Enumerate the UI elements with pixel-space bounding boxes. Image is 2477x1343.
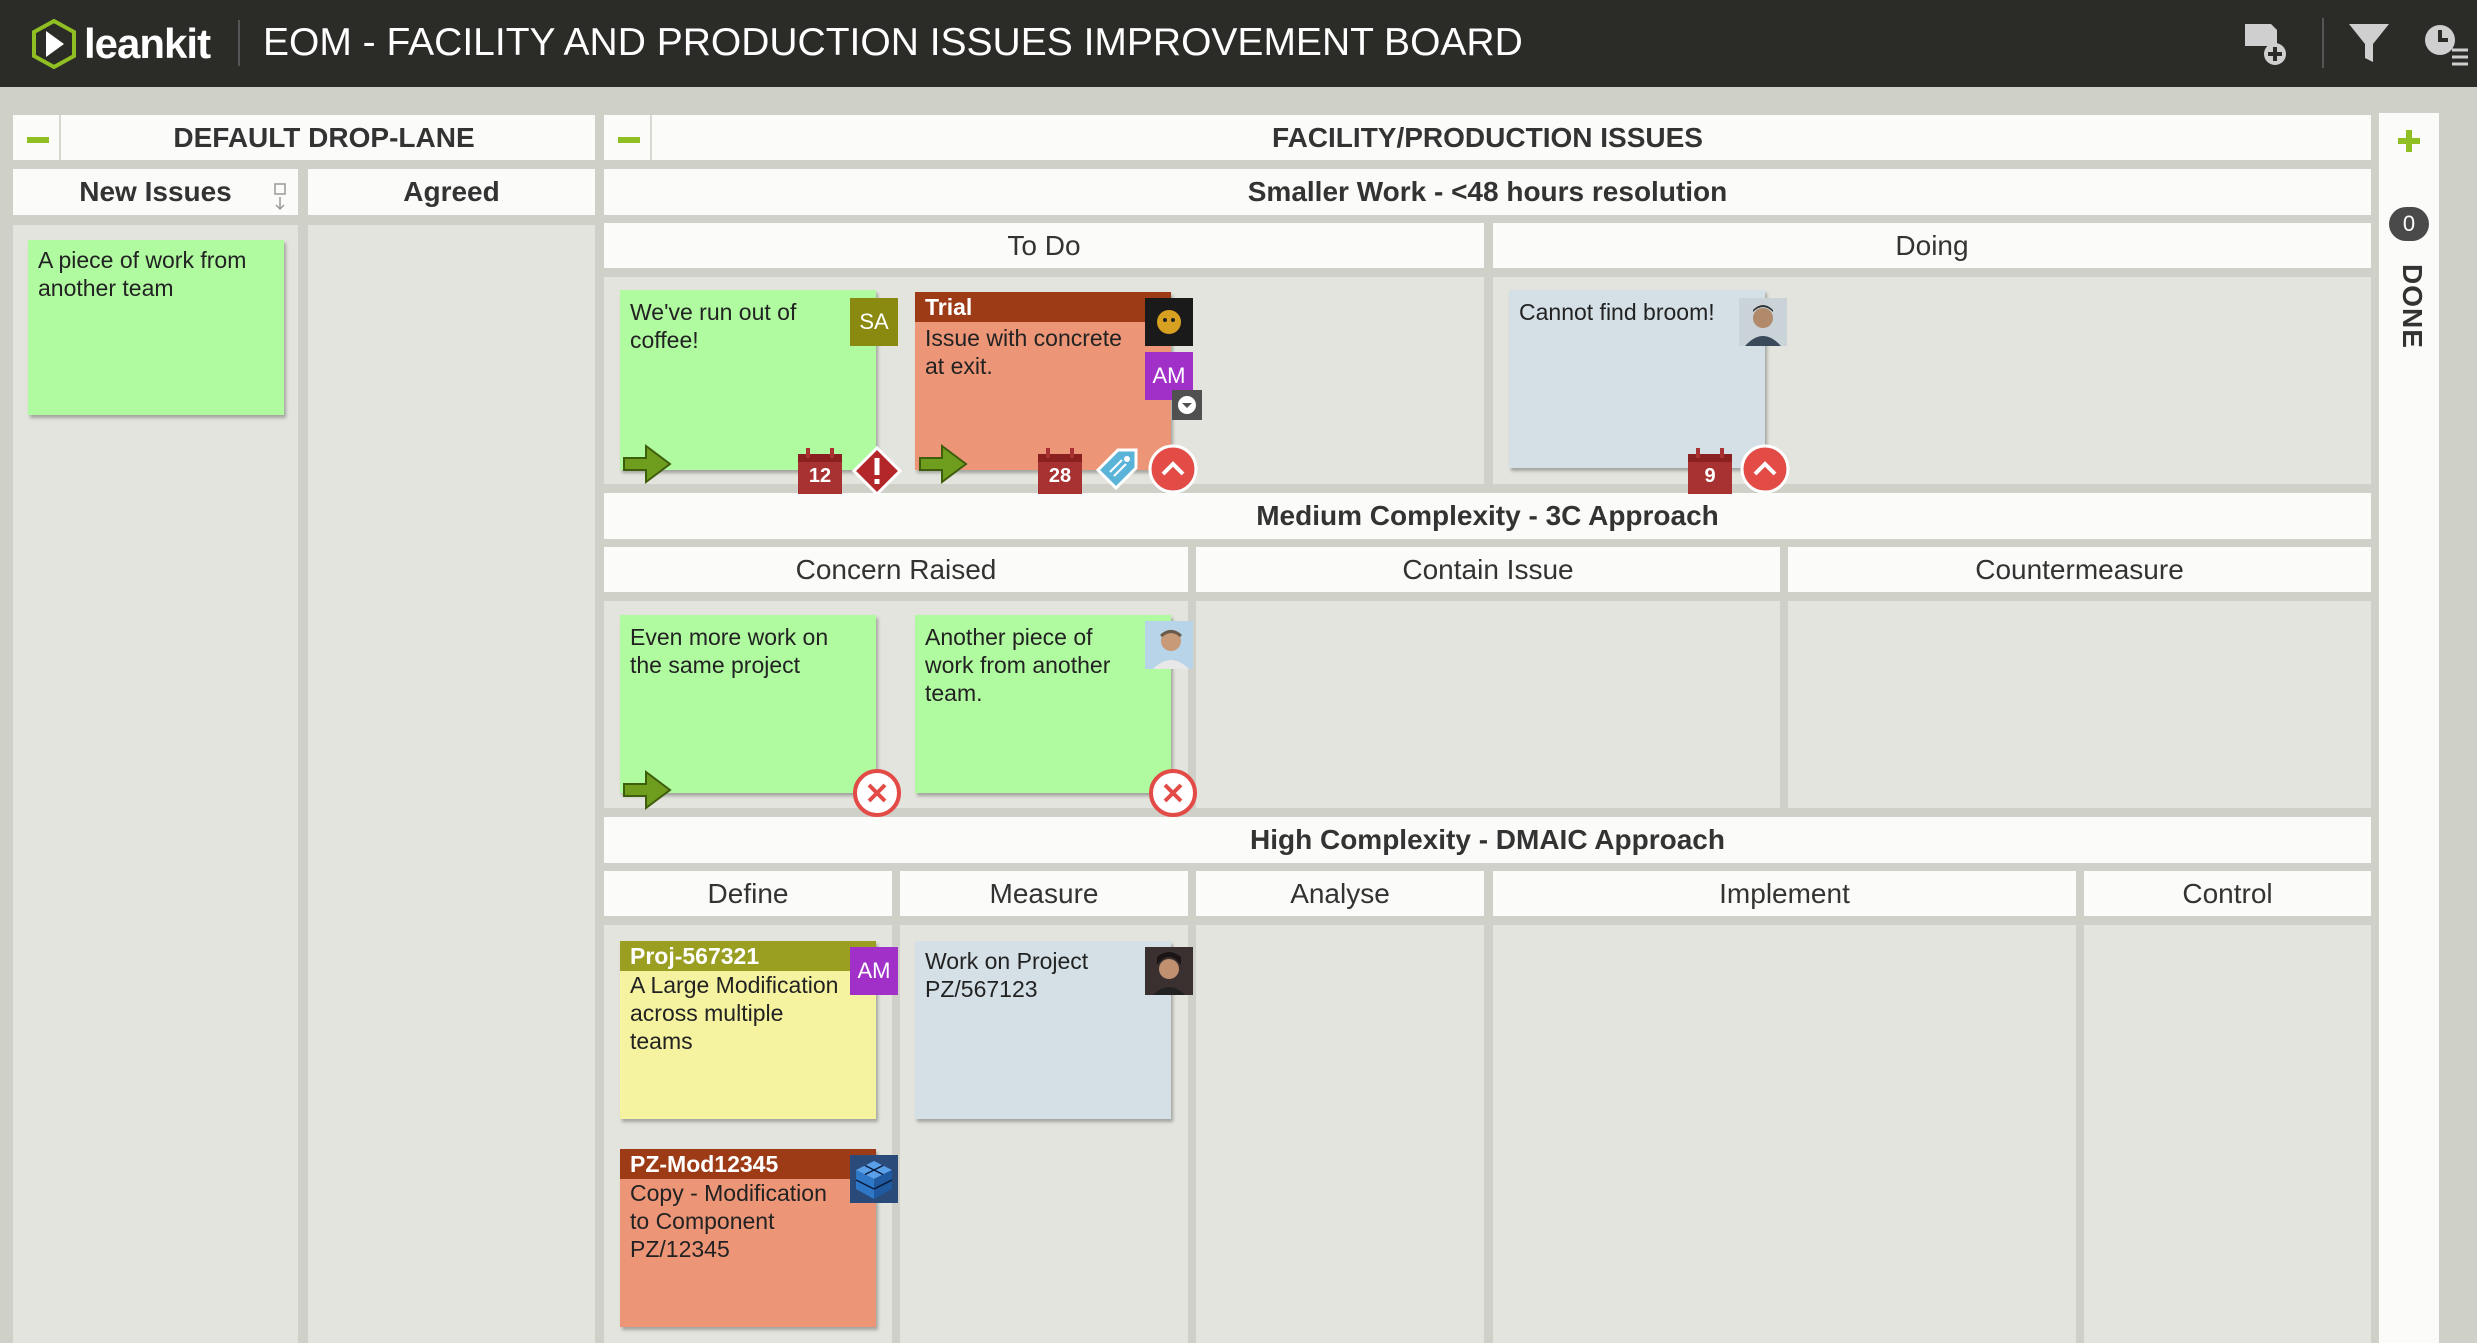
collapse-minus-icon[interactable] [13,115,61,160]
doing-title: Doing [1895,229,1969,261]
measure-title: Measure [989,877,1099,909]
agreed-header[interactable]: Agreed [308,169,595,215]
tag-icon[interactable] [1092,444,1142,494]
card-text: Even more work on the same project [630,624,829,678]
card-text: A Large Modification across multiple tea… [630,972,839,1054]
card-pz-mod[interactable]: PZ-Mod12345 Copy - Modification to Compo… [620,1149,898,1327]
high-complexity-title: High Complexity - DMAIC Approach [1250,824,1725,855]
facility-lane-header[interactable]: FACILITY/PRODUCTION ISSUES [604,115,2371,160]
leankit-logo[interactable]: leankit [32,18,211,70]
card-proj[interactable]: Proj-567321 A Large Modification across … [620,941,898,1119]
card-text: Issue with concrete at exit. [925,325,1122,379]
control-title: Control [2182,877,2273,909]
contain-issue-lane[interactable] [1196,601,1780,808]
countermeasure-lane[interactable] [1788,601,2371,808]
clock-menu-icon[interactable] [2422,20,2470,68]
add-card-icon[interactable] [2241,20,2289,68]
arrow-right-icon[interactable] [916,440,970,488]
implement-lane[interactable] [1493,925,2076,1343]
agreed-lane[interactable] [308,225,595,1343]
card-work-on-project[interactable]: Work on Project PZ/567123 [915,941,1193,1119]
board-title: EOM - FACILITY AND PRODUCTION ISSUES IMP… [263,21,1523,64]
contain-issue-header[interactable]: Contain Issue [1196,547,1780,592]
done-count-badge: 0 [2389,207,2429,241]
close-circle-icon[interactable] [852,768,902,818]
facility-lane-title: FACILITY/PRODUCTION ISSUES [1272,121,1703,153]
card-text: Work on Project PZ/567123 [925,948,1089,1002]
analyse-lane[interactable] [1196,925,1484,1343]
control-lane[interactable] [2084,925,2371,1343]
analyse-title: Analyse [1290,877,1390,909]
doing-header[interactable]: Doing [1493,223,2371,268]
avatar-cube-icon[interactable] [850,1155,898,1203]
implement-title: Implement [1719,877,1850,909]
medium-complexity-title: Medium Complexity - 3C Approach [1256,500,1719,531]
control-header[interactable]: Control [2084,871,2371,916]
to-do-title: To Do [1007,229,1081,261]
avatar-photo[interactable] [1739,298,1787,346]
measure-header[interactable]: Measure [900,871,1188,916]
priority-alert-icon[interactable] [852,446,902,496]
card-text: Another piece of work from another team. [925,624,1111,706]
blocked-chevron-up-icon[interactable] [1148,444,1198,494]
default-drop-lane-title: DEFAULT DROP-LANE [173,121,475,153]
agreed-title: Agreed [403,176,500,207]
due-date-calendar-icon[interactable]: 9 [1686,448,1734,496]
due-date-calendar-icon[interactable]: 12 [796,448,844,496]
contain-issue-title: Contain Issue [1402,553,1574,585]
concern-raised-title: Concern Raised [795,553,997,585]
top-bar: leankit EOM - FACILITY AND PRODUCTION IS… [0,0,2477,87]
medium-complexity-header[interactable]: Medium Complexity - 3C Approach [604,493,2371,539]
define-header[interactable]: Define [604,871,892,916]
avatar-initials[interactable]: SA [850,298,898,346]
filter-icon[interactable] [2345,20,2393,68]
logo-text: leankit [84,20,211,67]
collapse-minus-icon[interactable] [604,115,652,160]
blocked-chevron-up-icon[interactable] [1740,444,1790,494]
add-lane-plus-icon[interactable] [2396,128,2422,154]
default-drop-lane-header[interactable]: DEFAULT DROP-LANE [13,115,595,160]
topbar-divider [238,20,240,66]
card-text: We've run out of coffee! [630,299,797,353]
card-text: Cannot find broom! [1519,299,1715,325]
high-complexity-header[interactable]: High Complexity - DMAIC Approach [604,817,2371,863]
avatar-photo[interactable] [1145,298,1193,346]
define-title: Define [707,877,789,909]
card-text: A piece of work from another team [38,247,247,301]
leankit-logo-icon [32,19,76,69]
due-date-calendar-icon[interactable]: 28 [1036,448,1084,496]
done-lane-title: DONE [2397,264,2428,349]
close-circle-icon[interactable] [1148,768,1198,818]
card-header-label: PZ-Mod12345 [620,1149,876,1179]
due-date-day: 12 [808,465,832,487]
new-issues-header[interactable]: New Issues [13,169,298,215]
card-header-label: Trial [915,292,1171,322]
arrow-right-icon[interactable] [620,766,674,814]
card-text: Copy - Modification to Component PZ/1234… [630,1180,827,1262]
avatar-photo[interactable] [1145,947,1193,995]
avatar-initials[interactable]: AM [850,947,898,995]
avatar-photo[interactable] [1145,621,1193,669]
card-header-label: Proj-567321 [620,941,876,971]
sort-icon[interactable] [274,183,286,211]
smaller-work-header[interactable]: Smaller Work - <48 hours resolution [604,169,2371,215]
concern-raised-header[interactable]: Concern Raised [604,547,1188,592]
dropdown-chevron-icon[interactable] [1172,390,1202,420]
analyse-header[interactable]: Analyse [1196,871,1484,916]
countermeasure-title: Countermeasure [1975,553,2184,585]
due-date-day: 9 [1704,465,1716,487]
countermeasure-header[interactable]: Countermeasure [1788,547,2371,592]
card-another-piece[interactable]: Another piece of work from another team. [915,615,1193,793]
new-issues-title: New Issues [79,176,232,207]
implement-header[interactable]: Implement [1493,871,2076,916]
toolbar-separator [2322,18,2324,68]
arrow-right-icon[interactable] [620,440,674,488]
card-broom[interactable]: Cannot find broom! [1509,290,1787,468]
due-date-day: 28 [1048,465,1072,487]
card-new-issue[interactable]: A piece of work from another team [28,240,284,415]
smaller-work-title: Smaller Work - <48 hours resolution [1247,176,1728,207]
to-do-header[interactable]: To Do [604,223,1484,268]
